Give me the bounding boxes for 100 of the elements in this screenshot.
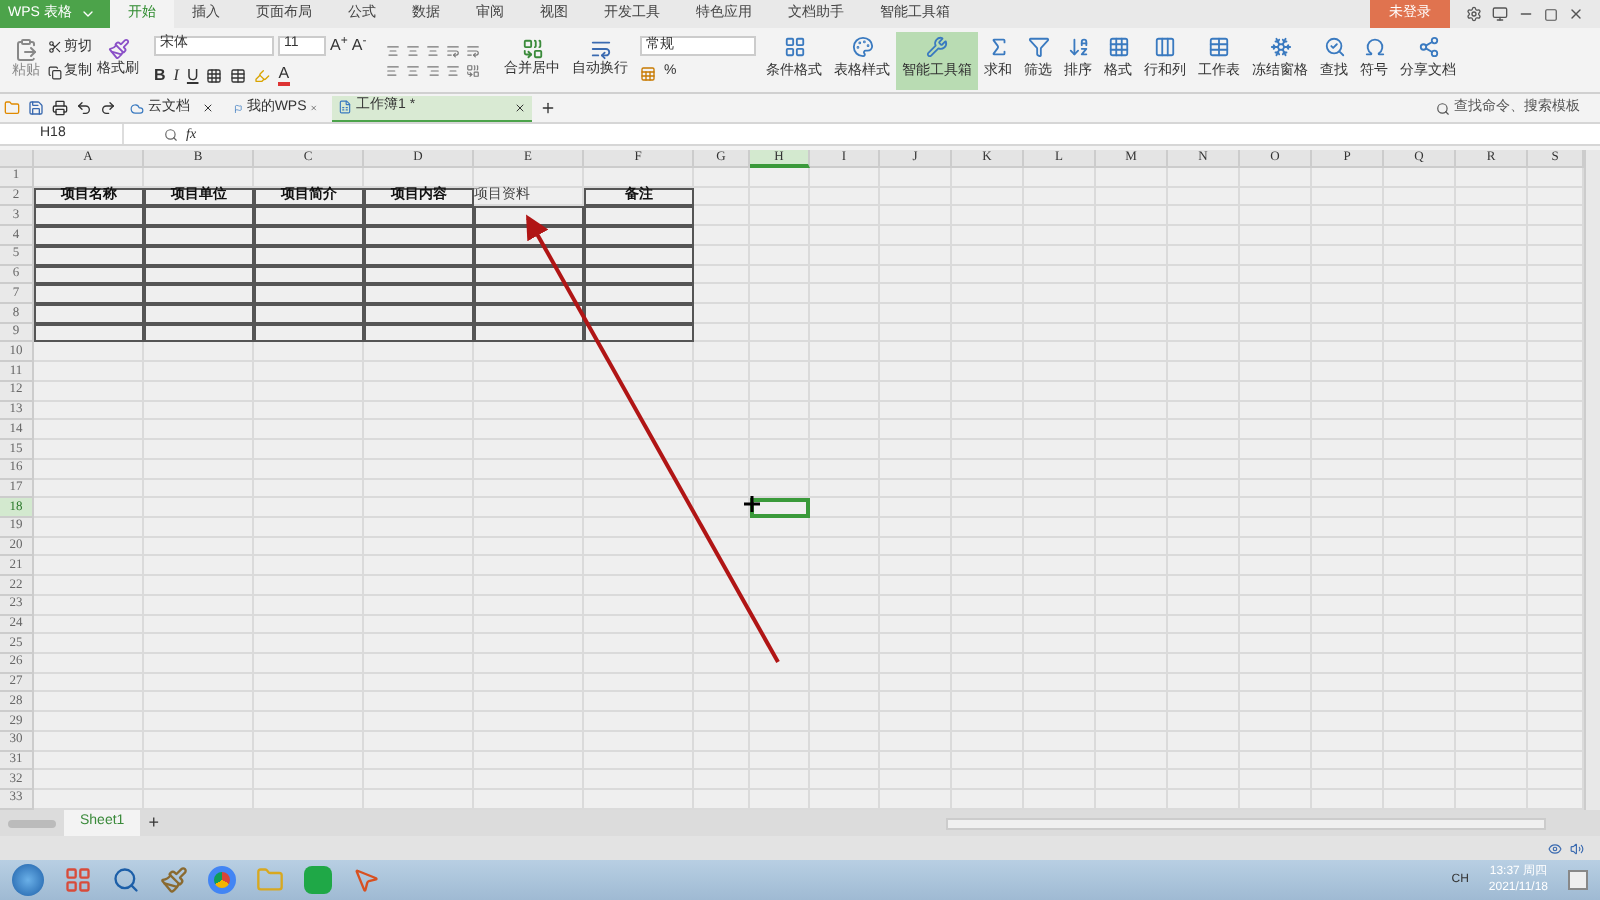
table-cell [254,304,364,324]
merge-icon [521,38,543,61]
table-cell [584,206,694,227]
filter-icon [1027,36,1049,59]
notification-icon[interactable] [1568,870,1588,890]
table-cell [144,284,254,305]
grow-font-button[interactable]: A$^{+}$ [330,33,348,57]
table-icon [1208,36,1230,59]
table-cell [474,245,584,266]
table-cell [364,304,474,324]
align-icon [446,43,460,57]
paintbrush-icon [107,38,129,61]
underline-button[interactable]: U [186,63,199,87]
table-icon [230,67,247,83]
table-cell [364,284,474,305]
table-cell [584,265,694,285]
add-sheet-button[interactable]: + [148,809,159,837]
table-cell [364,206,474,227]
grid-icon [64,866,92,894]
save-icon [28,100,44,116]
table-cell [364,245,474,266]
currency-icon [640,65,656,81]
table-cell [584,226,694,246]
table-cell [34,206,144,227]
snowflake-icon [1269,36,1291,59]
vertical-scrollbar[interactable] [1584,150,1600,810]
table-cell [364,265,474,285]
bold-button[interactable]: B [154,63,166,87]
table-cell [254,226,364,246]
folder-icon [256,866,284,894]
table-cell [144,304,254,324]
table-cell [34,265,144,285]
table-cell [34,323,144,343]
table-cell [34,304,144,324]
caret-icon [79,6,96,22]
browser-icon[interactable] [208,866,236,894]
align-icon [466,43,480,57]
select-all-corner[interactable] [0,150,34,168]
sheet-nav-arrows[interactable] [8,819,56,827]
table-cell [474,206,584,227]
search-icon [1436,101,1450,115]
pointer-icon [352,866,380,894]
copy-icon [48,65,62,80]
grid-icon [1107,36,1129,59]
table-cell [584,323,694,343]
wrench-icon [926,36,948,59]
align-icon [466,63,480,77]
align-icon [386,43,400,57]
sort-icon [1067,36,1089,59]
horizontal-scrollbar[interactable] [946,817,1547,829]
table-cell [144,245,254,266]
table-cell [584,304,694,324]
omega-icon [1363,36,1385,59]
cursor-icon [742,494,762,514]
table-cell [144,226,254,246]
palette-icon [851,36,873,59]
flag-icon [234,101,243,115]
table-cell [34,226,144,246]
share-icon [1417,36,1439,59]
table-cell [34,245,144,266]
restore-icon [1544,7,1558,21]
search-icon [112,866,140,894]
table-cell [364,323,474,343]
table-cell [474,323,584,343]
close-icon [1568,6,1584,22]
font-color-button[interactable]: A [278,65,290,85]
close-icon[interactable] [202,102,214,114]
zoom-icon [164,127,178,141]
columns-icon [1154,36,1176,59]
spreadsheet-app-icon[interactable] [304,866,332,894]
scissors-icon [48,40,62,55]
table-cell [144,265,254,285]
start-button[interactable] [12,864,44,896]
align-icon [406,63,420,77]
table-cell [254,284,364,305]
close-icon[interactable] [514,101,526,113]
monitor-icon [1492,6,1508,22]
align-icon [426,63,440,77]
table-cell [254,323,364,343]
table-cell [144,323,254,343]
borders-icon [206,67,223,83]
eye-icon [1548,841,1562,855]
sum-icon [987,36,1009,59]
table-cell [584,245,694,266]
align-icon [386,63,400,77]
italic-button[interactable]: I [173,63,179,87]
align-icon [426,43,440,57]
table-cell [364,226,474,246]
table-cell [34,284,144,305]
table-cell [474,226,584,246]
cloud-icon [130,101,144,115]
align-icon [406,43,420,57]
shrink-font-button[interactable]: A$^{-}$ [351,33,367,57]
settings-icon [1466,6,1482,22]
search-icon [1323,36,1345,59]
spreadsheet-icon [338,100,352,114]
selected-cell[interactable] [750,498,810,518]
table-cell [474,284,584,305]
table-cell [254,245,364,266]
redo-icon [100,100,116,116]
